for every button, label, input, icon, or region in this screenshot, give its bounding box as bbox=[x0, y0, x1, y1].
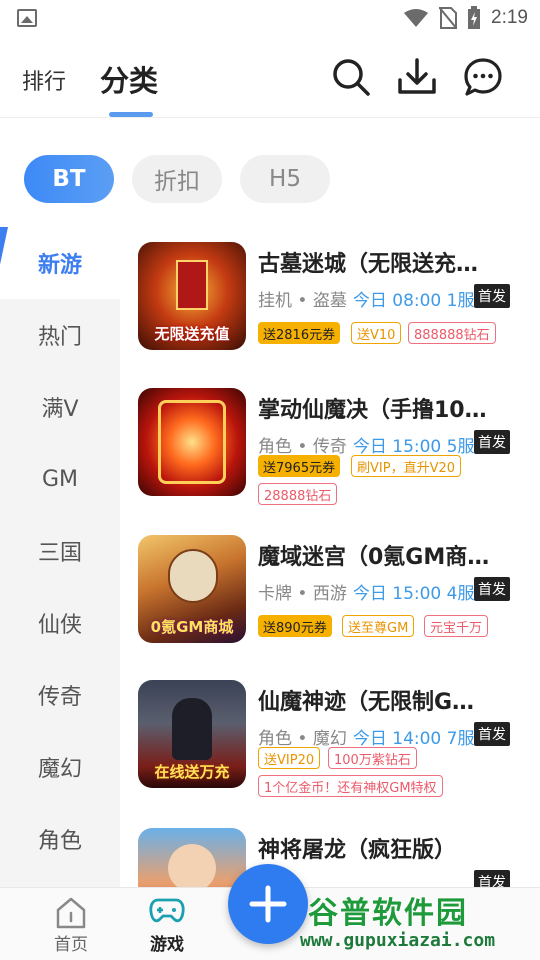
game-title: 魔域迷宫（0氪GM商… bbox=[258, 545, 490, 570]
character-graphic bbox=[168, 844, 216, 887]
vip-tag: 送V10 bbox=[351, 322, 402, 344]
wifi-icon bbox=[404, 9, 429, 27]
chip-bt[interactable]: BT bbox=[24, 155, 114, 203]
game-list-item[interactable]: 神将屠龙（疯狂版） 首发 bbox=[120, 828, 540, 887]
home-icon bbox=[56, 897, 86, 929]
card-graphic bbox=[158, 400, 226, 484]
nav-home-label: 首页 bbox=[54, 935, 88, 955]
game-list-item[interactable]: 0氪GM商城 魔域迷宫（0氪GM商… 卡牌 • 西游 今日 15:00 4服 首发… bbox=[120, 535, 540, 685]
character-graphic bbox=[168, 549, 218, 603]
watermark-logo-text: 谷普软件园 bbox=[308, 896, 468, 931]
diamond-tag: 100万紫钻石 bbox=[328, 747, 417, 769]
game-meta: 角色 • 传奇 今日 15:00 5服 bbox=[258, 432, 474, 457]
watermark-url: www.gupuxiazai.com bbox=[300, 930, 496, 951]
sidebar-item-rpg[interactable]: 角色 bbox=[0, 803, 120, 875]
first-release-badge: 首发 bbox=[474, 284, 510, 308]
server-open-time: 今日 08:00 1服 bbox=[352, 291, 475, 311]
game-title: 神将屠龙（疯狂版） bbox=[258, 838, 457, 863]
image-notification-icon bbox=[17, 9, 37, 27]
tab-category[interactable]: 分类 bbox=[100, 58, 158, 100]
battery-charging-icon bbox=[468, 6, 481, 29]
diamond-tag: 888888钻石 bbox=[408, 322, 496, 344]
game-title: 掌动仙魔决（手撸10… bbox=[258, 398, 487, 423]
sidebar-item-legend[interactable]: 传奇 bbox=[0, 659, 120, 731]
thumbnail-caption: 0氪GM商城 bbox=[150, 618, 234, 636]
game-genre: 挂机 • 盗墓 bbox=[258, 291, 347, 311]
game-thumbnail[interactable]: 在线送万充 bbox=[138, 680, 246, 788]
game-thumbnail[interactable] bbox=[138, 828, 246, 887]
top-header: 排行 分类 bbox=[0, 36, 540, 118]
nav-games[interactable]: 游戏 bbox=[127, 888, 207, 960]
diamond-tag: 28888钻石 bbox=[258, 483, 338, 505]
server-open-time: 今日 14:00 7服 bbox=[352, 729, 475, 749]
game-list-item[interactable]: 无限送充值 古墓迷城（无限送充… 挂机 • 盗墓 今日 08:00 1服 首发 送… bbox=[120, 242, 540, 392]
game-list-item[interactable]: 掌动仙魔决（手撸10… 角色 • 传奇 今日 15:00 5服 首发 送7965元… bbox=[120, 388, 540, 538]
vip-tag: 刷VIP，直升V20 bbox=[351, 455, 462, 477]
active-tab-indicator bbox=[109, 112, 153, 117]
game-genre: 角色 • 魔幻 bbox=[258, 729, 347, 749]
sidebar-item-full-vip[interactable]: 满V bbox=[0, 371, 120, 443]
game-meta: 角色 • 魔幻 今日 14:00 7服 bbox=[258, 724, 474, 749]
first-release-badge: 首发 bbox=[474, 430, 510, 454]
vip-tag: 送VIP20 bbox=[258, 747, 321, 769]
game-meta: 卡牌 • 西游 今日 15:00 4服 bbox=[258, 579, 474, 604]
gm-tag: 送至尊GM bbox=[342, 615, 415, 637]
game-genre: 角色 • 传奇 bbox=[258, 437, 347, 457]
game-title: 仙魔神迹（无限制G… bbox=[258, 690, 475, 715]
coupon-tag: 送2816元券 bbox=[258, 322, 341, 344]
status-bar: 2:19 bbox=[0, 0, 540, 36]
site-watermark: 谷普软件园 www.gupuxiazai.com bbox=[296, 888, 540, 960]
game-meta: 挂机 • 盗墓 今日 08:00 1服 bbox=[258, 286, 474, 311]
tab-ranking[interactable]: 排行 bbox=[22, 64, 66, 96]
game-list-item[interactable]: 在线送万充 仙魔神迹（无限制G… 角色 • 魔幻 今日 14:00 7服 首发 送… bbox=[120, 680, 540, 830]
message-icon[interactable] bbox=[462, 56, 504, 98]
first-release-badge: 首发 bbox=[474, 722, 510, 746]
chip-h5[interactable]: H5 bbox=[240, 155, 330, 203]
game-thumbnail[interactable]: 0氪GM商城 bbox=[138, 535, 246, 643]
gamepad-icon bbox=[149, 898, 185, 923]
clock: 2:19 bbox=[491, 7, 528, 28]
game-thumbnail[interactable] bbox=[138, 388, 246, 496]
coupon-tag: 送7965元券 bbox=[258, 455, 341, 477]
warrior-graphic bbox=[172, 698, 212, 760]
nav-games-label: 游戏 bbox=[150, 935, 184, 955]
download-icon[interactable] bbox=[396, 56, 438, 98]
coupon-tag: 送890元券 bbox=[258, 615, 332, 637]
sidebar-item-three-kingdoms[interactable]: 三国 bbox=[0, 515, 120, 587]
no-sim-icon bbox=[439, 7, 458, 29]
sidebar-item-hot[interactable]: 热门 bbox=[0, 299, 120, 371]
sidebar-item-fantasy[interactable]: 魔幻 bbox=[0, 731, 120, 803]
first-release-badge: 首发 bbox=[474, 577, 510, 601]
thumbnail-caption: 无限送充值 bbox=[154, 325, 230, 343]
gold-tag: 1个亿金币！还有神权GM特权 bbox=[258, 775, 443, 797]
yuanbao-tag: 元宝千万 bbox=[424, 615, 489, 637]
search-icon[interactable] bbox=[330, 56, 372, 98]
game-title: 古墓迷城（无限送充… bbox=[258, 252, 479, 277]
chip-discount[interactable]: 折扣 bbox=[132, 155, 222, 203]
category-sidebar: 新游 热门 满V GM 三国 仙侠 传奇 魔幻 角色 bbox=[0, 227, 120, 887]
sidebar-item-new[interactable]: 新游 bbox=[0, 227, 120, 299]
card-graphic bbox=[176, 260, 208, 310]
sidebar-item-xianxia[interactable]: 仙侠 bbox=[0, 587, 120, 659]
sidebar-item-gm[interactable]: GM bbox=[0, 443, 120, 515]
thumbnail-caption: 在线送万充 bbox=[154, 763, 230, 781]
first-release-badge: 首发 bbox=[474, 870, 510, 887]
server-open-time: 今日 15:00 5服 bbox=[352, 437, 475, 457]
nav-home[interactable]: 首页 bbox=[31, 888, 111, 960]
game-thumbnail[interactable]: 无限送充值 bbox=[138, 242, 246, 350]
server-open-time: 今日 15:00 4服 bbox=[352, 584, 475, 604]
game-genre: 卡牌 • 西游 bbox=[258, 584, 347, 604]
status-icons: 2:19 bbox=[403, 6, 528, 30]
plus-icon bbox=[249, 885, 287, 923]
